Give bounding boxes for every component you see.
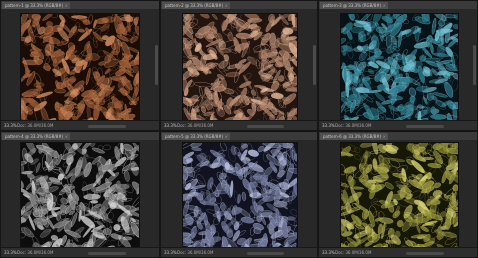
horizontal-scrollbar[interactable] — [87, 125, 126, 128]
document-window: pattern-1 @ 33.3% (RGB/8#) × 33.3% Doc: 36.… — [0, 0, 160, 131]
zoom-level[interactable]: 33.3% — [4, 122, 17, 129]
document-tab-title: pattern-2 @ 33.3% (RGB/8#) — [165, 3, 224, 8]
document-tab-title: pattern-5 @ 33.3% (RGB/8#) — [165, 134, 224, 139]
close-icon[interactable]: × — [383, 133, 386, 140]
document-info: Doc: 36.0M/36.0M — [177, 250, 214, 255]
document-tab-title: pattern-6 @ 33.3% (RGB/8#) — [323, 134, 382, 139]
close-icon[interactable]: × — [65, 133, 68, 140]
zoom-level[interactable]: 33.3% — [164, 249, 177, 256]
zoom-level[interactable]: 33.3% — [4, 249, 17, 256]
document-tab-title: pattern-3 @ 33.3% (RGB/8#) — [323, 3, 382, 8]
pattern-texture-image — [21, 14, 139, 124]
close-icon[interactable]: × — [383, 2, 386, 9]
zoom-level[interactable]: 33.3% — [322, 122, 335, 129]
document-window: pattern-6 @ 33.3% (RGB/8#) × 33.3% Doc: 36.… — [318, 131, 478, 258]
document-info: Doc: 36.0M/36.0M — [335, 250, 372, 255]
document-window: pattern-5 @ 33.3% (RGB/8#) × 33.3% Doc: 36.… — [160, 131, 318, 258]
pattern-texture-image — [341, 14, 458, 124]
document-tab[interactable]: pattern-3 @ 33.3% (RGB/8#) × — [320, 2, 388, 9]
canvas-area[interactable] — [1, 140, 159, 253]
status-bar: 33.3% Doc: 36.0M/36.0M — [319, 247, 477, 257]
status-bar: 33.3% Doc: 36.0M/36.0M — [319, 120, 477, 130]
canvas-area[interactable] — [319, 9, 477, 124]
zoom-level[interactable]: 33.3% — [322, 249, 335, 256]
status-bar: 33.3% Doc: 36.0M/36.0M — [1, 247, 159, 257]
document-tab-title: pattern-1 @ 33.3% (RGB/8#) — [5, 3, 64, 8]
document-info: Doc: 36.0M/36.0M — [177, 123, 214, 128]
pattern-texture-image — [183, 143, 297, 253]
status-bar: 33.3% Doc: 36.0M/36.0M — [161, 120, 317, 130]
canvas-area[interactable] — [1, 9, 159, 124]
horizontal-scrollbar[interactable] — [246, 125, 285, 128]
status-bar: 33.3% Doc: 36.0M/36.0M — [161, 247, 317, 257]
pattern-texture-image — [183, 14, 297, 124]
horizontal-scrollbar[interactable] — [405, 125, 444, 128]
horizontal-scrollbar[interactable] — [87, 252, 126, 255]
vertical-scrollbar[interactable] — [313, 45, 316, 85]
vertical-scrollbar[interactable] — [155, 45, 158, 85]
document-window: pattern-3 @ 33.3% (RGB/8#) × 33.3% Doc: 36.… — [318, 0, 478, 131]
document-grid: pattern-1 @ 33.3% (RGB/8#) × 33.3% Doc: 36.… — [0, 0, 478, 258]
close-icon[interactable]: × — [225, 133, 228, 140]
canvas-area[interactable] — [161, 9, 317, 124]
pattern-texture-image — [341, 143, 458, 253]
document-info: Doc: 36.0M/36.0M — [335, 123, 372, 128]
document-window: pattern-4 @ 33.3% (RGB/8#) × 33.3% Doc: 36.… — [0, 131, 160, 258]
canvas-area[interactable] — [319, 140, 477, 253]
zoom-level[interactable]: 33.3% — [164, 122, 177, 129]
document-tab[interactable]: pattern-2 @ 33.3% (RGB/8#) × — [162, 2, 230, 9]
close-icon[interactable]: × — [65, 2, 68, 9]
document-tab[interactable]: pattern-6 @ 33.3% (RGB/8#) × — [320, 133, 388, 140]
document-info: Doc: 36.0M/36.0M — [17, 123, 54, 128]
document-info: Doc: 36.0M/36.0M — [17, 250, 54, 255]
vertical-scrollbar[interactable] — [473, 45, 476, 85]
horizontal-scrollbar[interactable] — [405, 252, 444, 255]
pattern-texture-image — [21, 143, 139, 253]
horizontal-scrollbar[interactable] — [246, 252, 285, 255]
document-tab[interactable]: pattern-4 @ 33.3% (RGB/8#) × — [2, 133, 70, 140]
document-window: pattern-2 @ 33.3% (RGB/8#) × 33.3% Doc: 36.… — [160, 0, 318, 131]
document-tab-title: pattern-4 @ 33.3% (RGB/8#) — [5, 134, 64, 139]
document-tab[interactable]: pattern-1 @ 33.3% (RGB/8#) × — [2, 2, 70, 9]
canvas-area[interactable] — [161, 140, 317, 253]
document-tab[interactable]: pattern-5 @ 33.3% (RGB/8#) × — [162, 133, 230, 140]
close-icon[interactable]: × — [225, 2, 228, 9]
status-bar: 33.3% Doc: 36.0M/36.0M — [1, 120, 159, 130]
